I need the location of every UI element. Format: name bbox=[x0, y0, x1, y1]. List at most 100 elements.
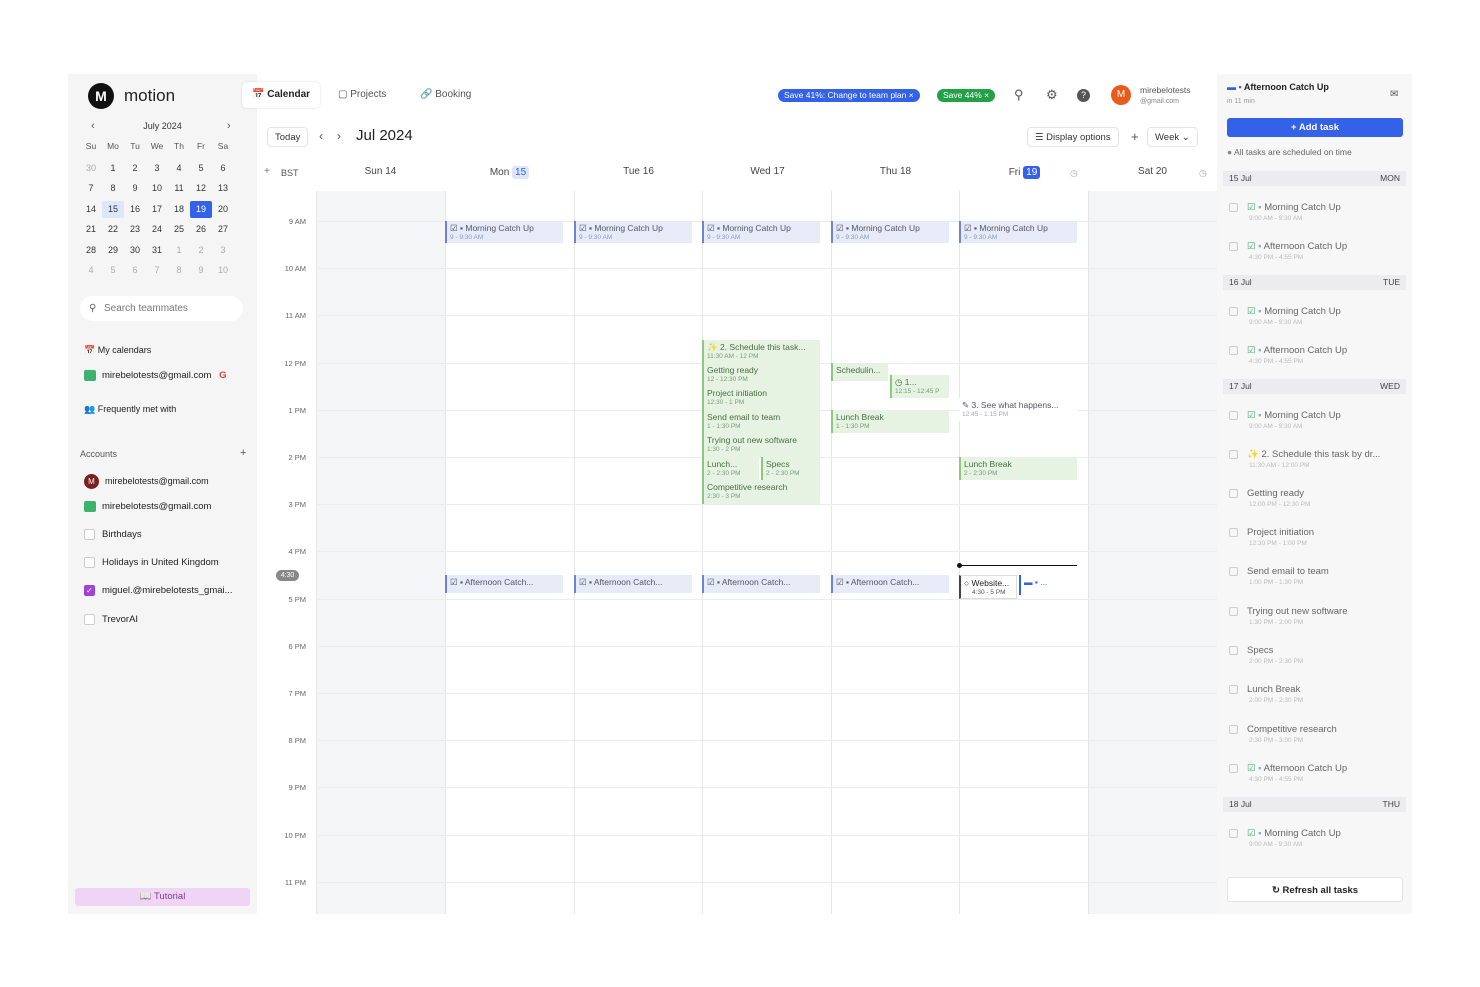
trevorai-checkbox[interactable] bbox=[84, 614, 95, 625]
current-event-title[interactable]: ▬ ▪ Afternoon Catch Up bbox=[1227, 82, 1329, 92]
add-task-button[interactable]: + Add task bbox=[1227, 118, 1403, 137]
tab-calendar[interactable]: 📅 Calendar bbox=[242, 82, 321, 108]
mini-cal-day[interactable]: 9 bbox=[124, 180, 146, 197]
task-item[interactable]: Competitive research 2:30 PM - 3:00 PM bbox=[1229, 724, 1337, 744]
task-item[interactable]: Lunch Break 2:00 PM - 2:30 PM bbox=[1229, 684, 1303, 704]
promo-team-plan-badge[interactable]: Save 41%: Change to team plan × bbox=[778, 89, 920, 102]
event-afternoon-catch-up[interactable]: ☑ ▪ Afternoon Catch... bbox=[702, 575, 820, 593]
mini-cal-day[interactable]: 18 bbox=[168, 201, 190, 218]
mini-cal-day[interactable]: 9 bbox=[190, 262, 212, 279]
task-item[interactable]: ✨ 2. Schedule this task by dr... 11:30 AM… bbox=[1229, 449, 1380, 469]
mini-cal-day[interactable]: 23 bbox=[124, 221, 146, 238]
task-checkbox[interactable] bbox=[1229, 684, 1238, 694]
mini-cal-day[interactable]: 15 bbox=[102, 201, 124, 218]
task-checkbox[interactable] bbox=[1229, 566, 1238, 576]
my-calendar-account[interactable]: mirebelotests@gmail.com G bbox=[84, 370, 226, 381]
view-select[interactable]: Week ⌄ bbox=[1147, 127, 1198, 147]
holidays-checkbox[interactable] bbox=[84, 557, 95, 568]
mini-cal-day[interactable]: 4 bbox=[80, 262, 102, 279]
task-item[interactable]: Project initiation 12:30 PM - 1:00 PM bbox=[1229, 527, 1314, 547]
event-project-initiation[interactable]: Project initiation 12:30 - 1 PM bbox=[702, 386, 820, 410]
mini-cal-day[interactable]: 8 bbox=[168, 262, 190, 279]
mini-cal-day[interactable]: 28 bbox=[80, 242, 102, 259]
task-item[interactable]: ☑ ▪ Morning Catch Up 9:00 AM - 9:30 AM bbox=[1229, 202, 1341, 222]
mini-cal-day[interactable]: 17 bbox=[146, 201, 168, 218]
birthdays-checkbox[interactable] bbox=[84, 529, 95, 540]
task-checkbox[interactable] bbox=[1229, 606, 1238, 616]
task-item[interactable]: Trying out new software 1:30 PM - 2:00 PM bbox=[1229, 606, 1348, 626]
task-checkbox[interactable] bbox=[1229, 645, 1238, 655]
event-afternoon-catch-up[interactable]: ☑ ▪ Afternoon Catch... bbox=[574, 575, 692, 593]
mini-cal-day[interactable]: 10 bbox=[212, 262, 234, 279]
event-morning-catch-up[interactable]: ☑ ▪ Morning Catch Up 9 - 9:30 AM bbox=[831, 221, 949, 243]
event-trying-software[interactable]: Trying out new software 1:30 - 2 PM bbox=[702, 433, 820, 457]
event-fri-afternoon[interactable]: ▬ ▪ ... bbox=[1019, 575, 1077, 595]
task-item[interactable]: ☑ ▪ Morning Catch Up 9:00 AM - 9:30 AM bbox=[1229, 410, 1341, 430]
calendar-miguel[interactable]: ✓ miguel.@mirebelotests_gmai... bbox=[84, 585, 233, 596]
today-button[interactable]: Today bbox=[267, 127, 309, 147]
task-checkbox[interactable] bbox=[1229, 527, 1238, 537]
display-options-button[interactable]: ☰ Display options bbox=[1027, 127, 1119, 147]
close-icon[interactable]: × bbox=[984, 90, 989, 100]
task-checkbox[interactable] bbox=[1229, 202, 1238, 212]
mini-cal-day[interactable]: 2 bbox=[124, 160, 146, 177]
calendar-trevorai[interactable]: TrevorAI bbox=[84, 614, 138, 625]
task-item[interactable]: ☑ ▪ Afternoon Catch Up 4:30 PM - 4:55 PM bbox=[1229, 345, 1347, 365]
clock-icon[interactable]: ◷ bbox=[1070, 168, 1078, 179]
tutorial-button[interactable]: 📖 Tutorial bbox=[75, 888, 250, 906]
account-row[interactable]: Mmirebelotests@gmail.com bbox=[84, 474, 209, 489]
add-timezone-icon[interactable]: + bbox=[264, 166, 270, 177]
mini-cal-day[interactable]: 14 bbox=[80, 201, 102, 218]
search-icon[interactable]: ⚲ bbox=[1014, 87, 1024, 103]
event-scheduling[interactable]: Schedulin... bbox=[831, 363, 888, 381]
mini-cal-day[interactable]: 24 bbox=[146, 221, 168, 238]
mini-cal-day[interactable]: 25 bbox=[168, 221, 190, 238]
day-header-tue[interactable]: Tue 16 bbox=[574, 166, 703, 177]
task-checkbox[interactable] bbox=[1229, 241, 1238, 251]
add-account-icon[interactable]: + bbox=[240, 447, 246, 459]
event-send-email[interactable]: Send email to team 1 - 1:30 PM bbox=[702, 410, 820, 433]
mini-cal-today[interactable]: 19 bbox=[190, 201, 212, 218]
next-week-icon[interactable]: › bbox=[337, 129, 341, 143]
task-checkbox[interactable] bbox=[1229, 449, 1238, 459]
task-checkbox[interactable] bbox=[1229, 724, 1238, 734]
mini-cal-day[interactable]: 30 bbox=[80, 160, 102, 177]
miguel-checkbox[interactable]: ✓ bbox=[84, 585, 95, 596]
mini-cal-day[interactable]: 20 bbox=[212, 201, 234, 218]
task-checkbox[interactable] bbox=[1229, 410, 1238, 420]
mini-cal-day[interactable]: 27 bbox=[212, 221, 234, 238]
mini-cal-day[interactable]: 11 bbox=[168, 180, 190, 197]
mini-cal-day[interactable]: 26 bbox=[190, 221, 212, 238]
clock-icon[interactable]: ◷ bbox=[1199, 168, 1207, 179]
user-avatar[interactable]: M bbox=[1111, 85, 1131, 105]
event-schedule-task[interactable]: ✨ 2. Schedule this task... 11:30 AM - 12 … bbox=[702, 340, 820, 363]
mini-cal-day[interactable]: 4 bbox=[168, 160, 190, 177]
task-item[interactable]: ☑ ▪ Afternoon Catch Up 4:30 PM - 4:55 PM bbox=[1229, 763, 1347, 783]
mini-cal-day[interactable]: 5 bbox=[190, 160, 212, 177]
task-item[interactable]: Send email to team 1:00 PM - 1:30 PM bbox=[1229, 566, 1329, 586]
mini-cal-day[interactable]: 3 bbox=[146, 160, 168, 177]
calendar-holidays[interactable]: Holidays in United Kingdom bbox=[84, 557, 219, 568]
day-header-sun[interactable]: Sun 14 bbox=[316, 166, 445, 177]
prev-week-icon[interactable]: ‹ bbox=[319, 129, 323, 143]
task-checkbox[interactable] bbox=[1229, 763, 1238, 773]
event-getting-ready[interactable]: Getting ready 12 - 12:30 PM bbox=[702, 363, 820, 386]
task-checkbox[interactable] bbox=[1229, 488, 1238, 498]
gear-icon[interactable]: ⚙ bbox=[1046, 87, 1058, 103]
mini-cal-day[interactable]: 7 bbox=[146, 262, 168, 279]
mini-cal-day[interactable]: 29 bbox=[102, 242, 124, 259]
mini-cal-day[interactable]: 1 bbox=[168, 242, 190, 259]
day-header-sat[interactable]: Sat 20 bbox=[1088, 166, 1217, 177]
mini-cal-day[interactable]: 16 bbox=[124, 201, 146, 218]
mini-cal-day[interactable]: 12 bbox=[190, 180, 212, 197]
event-lunch[interactable]: Lunch... 2 - 2:30 PM bbox=[702, 457, 759, 480]
mini-cal-day[interactable]: 21 bbox=[80, 221, 102, 238]
event-morning-catch-up[interactable]: ☑ ▪ Morning Catch Up 9 - 9:30 AM bbox=[702, 221, 820, 243]
mini-cal-day[interactable]: 31 bbox=[146, 242, 168, 259]
event-specs[interactable]: Specs 2 - 2:30 PM bbox=[761, 457, 820, 480]
mini-cal-day[interactable]: 2 bbox=[190, 242, 212, 259]
mail-icon[interactable]: ✉ bbox=[1390, 89, 1398, 100]
search-teammates-input[interactable]: ⚲ Search teammates bbox=[80, 296, 243, 321]
task-checkbox[interactable] bbox=[1229, 828, 1238, 838]
day-header-thu[interactable]: Thu 18 bbox=[831, 166, 960, 177]
